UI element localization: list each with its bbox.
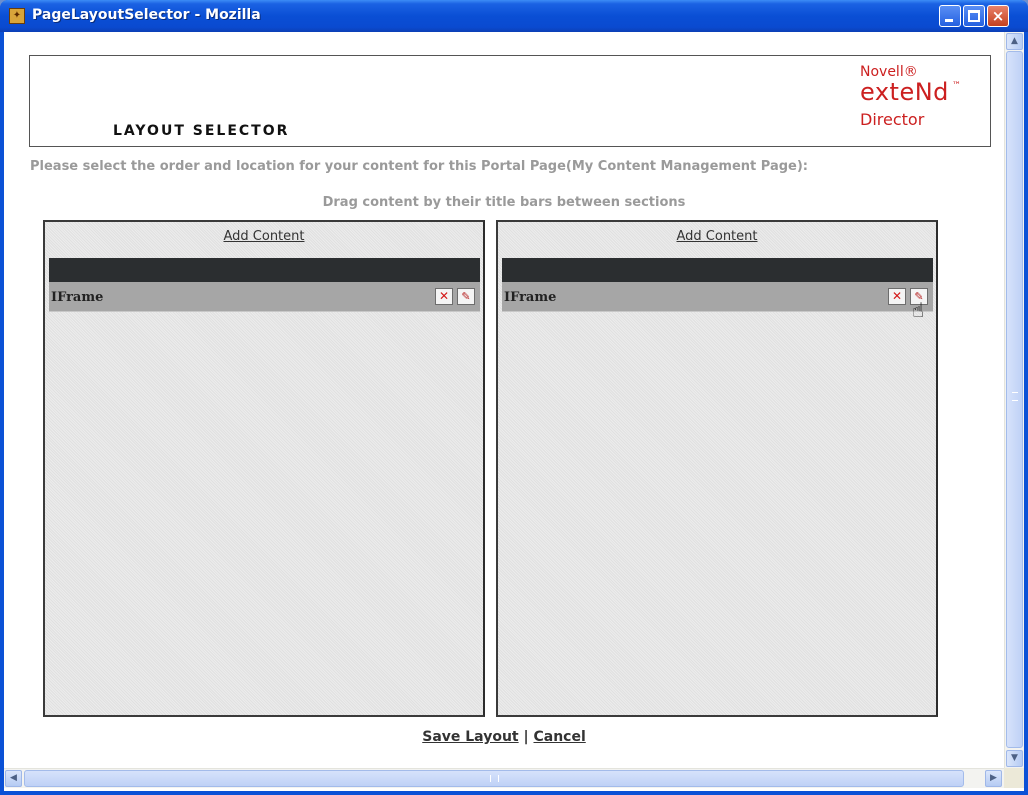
mozilla-app-icon[interactable]: ✦ [9, 8, 25, 24]
portlet-title: IFrame [504, 290, 557, 305]
novell-extend-director-logo: Novell® exteNd ™ Director [860, 64, 985, 134]
layout-section-left[interactable]: Add Content IFrame ✕ ✎ [43, 220, 485, 717]
delete-icon[interactable]: ✕ [435, 288, 453, 305]
scroll-grip [1012, 392, 1018, 401]
close-button[interactable]: × [987, 5, 1009, 27]
logo-trademark: ™ [952, 81, 961, 91]
cancel-link[interactable]: Cancel [533, 729, 585, 745]
window-title: PageLayoutSelector - Mozilla [32, 7, 261, 23]
close-icon: × [991, 7, 1005, 25]
browser-client-area: LAYOUT SELECTOR Novell® exteNd ™ Directo… [4, 32, 1024, 791]
scroll-up-icon[interactable]: ▲ [1006, 33, 1023, 50]
add-content-link[interactable]: Add Content [498, 229, 936, 244]
portlet-title-bar[interactable]: IFrame ✕ ✎ [49, 282, 480, 312]
delete-icon[interactable]: ✕ [888, 288, 906, 305]
hand-pointer-icon: ☝ [912, 298, 925, 322]
layout-section-right[interactable]: Add Content IFrame ✕ ✎ ☝ [496, 220, 938, 717]
vertical-scroll-thumb[interactable] [1006, 51, 1023, 748]
scroll-right-icon[interactable]: ▶ [985, 770, 1002, 787]
edit-pencil-icon[interactable]: ✎ [457, 288, 475, 305]
minimize-icon [945, 19, 953, 22]
footer-actions: Save Layout | Cancel [4, 729, 1004, 745]
maximize-icon [968, 10, 980, 22]
maximize-button[interactable] [963, 5, 985, 27]
logo-director-text: Director [860, 110, 925, 129]
scroll-down-icon[interactable]: ▼ [1006, 750, 1023, 767]
page-title: LAYOUT SELECTOR [113, 123, 290, 139]
instruction-text: Please select the order and location for… [30, 159, 808, 174]
page-header: LAYOUT SELECTOR Novell® exteNd ™ Directo… [29, 55, 991, 147]
section-header-bar [49, 258, 480, 282]
section-header-bar [502, 258, 933, 282]
add-content-link[interactable]: Add Content [45, 229, 483, 244]
minimize-button[interactable] [939, 5, 961, 27]
vertical-scrollbar[interactable]: ▲ ▼ [1004, 32, 1024, 768]
save-layout-link[interactable]: Save Layout [422, 729, 518, 745]
scrollbar-corner [1004, 768, 1024, 788]
title-bar[interactable]: ✦ PageLayoutSelector - Mozilla × [0, 0, 1028, 32]
horizontal-scroll-thumb[interactable] [24, 770, 964, 787]
horizontal-scrollbar[interactable]: ◀ ▶ [4, 768, 1004, 788]
scroll-grip [490, 775, 499, 782]
drag-hint-text: Drag content by their title bars between… [322, 195, 686, 210]
footer-separator: | [523, 729, 529, 745]
scroll-left-icon[interactable]: ◀ [5, 770, 22, 787]
portlet-title: IFrame [51, 290, 104, 305]
portlet-title-bar[interactable]: IFrame ✕ ✎ ☝ [502, 282, 933, 322]
logo-extend-text: exteNd [860, 78, 949, 106]
browser-window: ✦ PageLayoutSelector - Mozilla × LAYOUT … [0, 0, 1028, 795]
page-content: LAYOUT SELECTOR Novell® exteNd ™ Directo… [4, 32, 1004, 768]
